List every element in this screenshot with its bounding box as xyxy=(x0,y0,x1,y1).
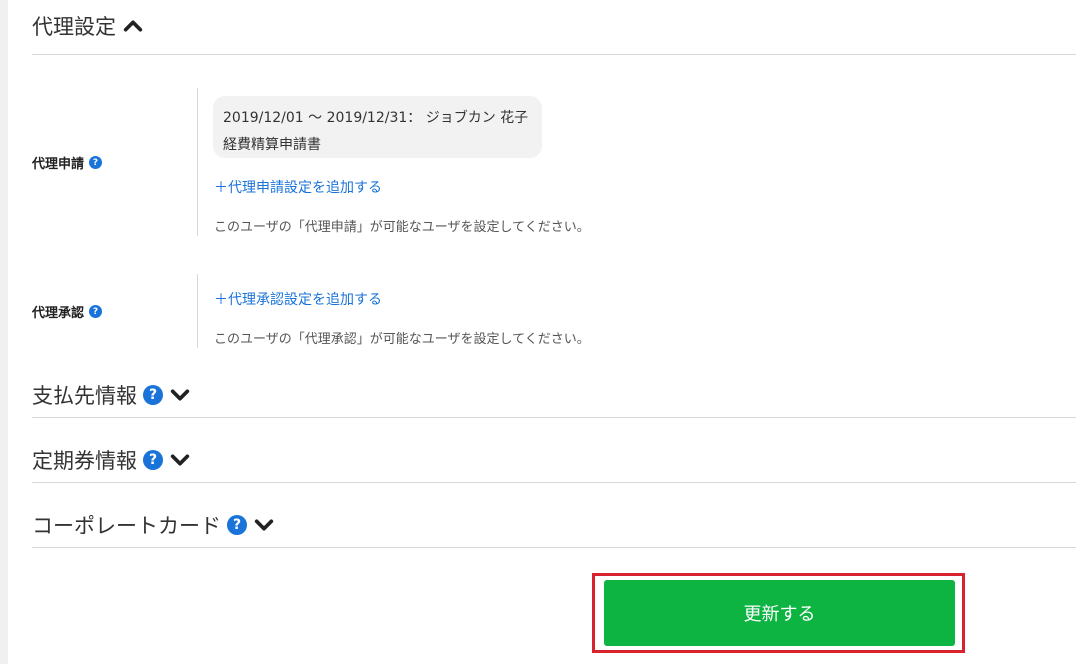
chevron-up-icon[interactable] xyxy=(122,15,144,37)
chevron-down-icon[interactable] xyxy=(169,449,191,471)
help-icon[interactable]: ? xyxy=(143,450,163,470)
proxy-apply-entry[interactable]: 2019/12/01 〜 2019/12/31： ジョブカン 花子 経費精算申請… xyxy=(213,96,542,158)
proxy-approve-label-text: 代理承認 xyxy=(32,306,85,321)
help-icon[interactable]: ? xyxy=(143,385,163,405)
chevron-down-icon[interactable] xyxy=(253,514,275,536)
settings-panel: 代理設定 代理申請 ? 2019/12/01 〜 2019/12/31： ジョブ… xyxy=(8,0,1076,664)
add-proxy-apply-link[interactable]: ＋代理申請設定を追加する xyxy=(214,177,382,197)
help-icon[interactable]: ? xyxy=(227,515,247,535)
corporate-card-header[interactable]: コーポレートカード ? xyxy=(32,503,1076,548)
corporate-card-title: コーポレートカード xyxy=(32,514,221,538)
help-icon[interactable]: ? xyxy=(89,305,103,318)
proxy-settings-header[interactable]: 代理設定 xyxy=(32,8,1076,55)
proxy-apply-entry-period: 2019/12/01 〜 2019/12/31： ジョブカン 花子 xyxy=(223,110,529,126)
commuter-pass-title: 定期券情報 xyxy=(32,449,137,473)
help-icon[interactable]: ? xyxy=(89,156,103,169)
divider xyxy=(197,274,198,348)
divider xyxy=(197,88,198,236)
proxy-apply-note: このユーザの「代理申請」が可能なユーザを設定してください。 xyxy=(214,220,590,235)
payee-info-header[interactable]: 支払先情報 ? xyxy=(32,373,1076,418)
proxy-approve-note: このユーザの「代理承認」が可能なユーザを設定してください。 xyxy=(214,332,590,347)
commuter-pass-header[interactable]: 定期券情報 ? xyxy=(32,438,1076,483)
update-button[interactable]: 更新する xyxy=(604,580,955,646)
proxy-apply-entry-form: 経費精算申請書 xyxy=(223,137,321,153)
proxy-apply-label: 代理申請 ? xyxy=(32,153,103,172)
chevron-down-icon[interactable] xyxy=(169,384,191,406)
add-proxy-approve-link[interactable]: ＋代理承認設定を追加する xyxy=(214,289,382,309)
proxy-settings-title: 代理設定 xyxy=(32,15,116,39)
payee-info-title: 支払先情報 xyxy=(32,384,137,408)
proxy-apply-label-text: 代理申請 xyxy=(32,157,85,172)
proxy-approve-label: 代理承認 ? xyxy=(32,302,103,321)
